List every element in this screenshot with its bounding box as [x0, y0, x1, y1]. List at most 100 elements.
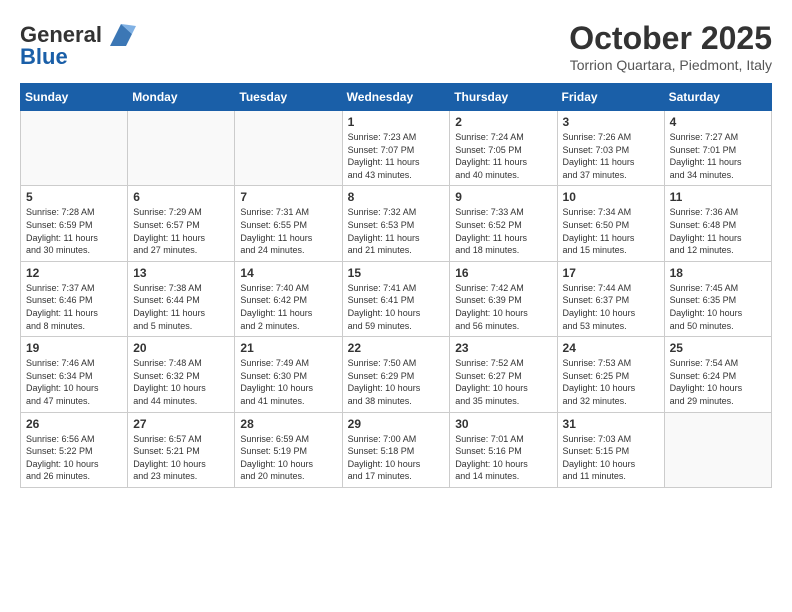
day-number: 12: [26, 266, 122, 280]
calendar-cell: 17 Sunrise: 7:44 AM Sunset: 6:37 PM Dayli…: [557, 261, 664, 336]
weekday-header-monday: Monday: [128, 84, 235, 111]
calendar-cell: 9 Sunrise: 7:33 AM Sunset: 6:52 PM Daylig…: [450, 186, 557, 261]
calendar-week-4: 19Sunrise: 7:46 AM Sunset: 6:34 PM Dayli…: [21, 337, 772, 412]
day-number: 18: [670, 266, 766, 280]
day-number: 4: [670, 115, 766, 129]
day-number: 28: [240, 417, 336, 431]
day-info: Sunrise: 7:01 AM Sunset: 5:16 PM Dayligh…: [455, 433, 551, 483]
logo-icon: [106, 20, 136, 50]
calendar-cell: 22 Sunrise: 7:50 AM Sunset: 6:29 PM Dayli…: [342, 337, 450, 412]
calendar-cell: 2Sunrise: 7:24 AM Sunset: 7:05 PM Daylig…: [450, 111, 557, 186]
day-info: Sunrise: 7:49 AM Sunset: 6:30 PM Dayligh…: [240, 357, 336, 407]
day-number: 11: [670, 190, 766, 204]
calendar-cell: 8Sunrise: 7:32 AM Sunset: 6:53 PM Daylig…: [342, 186, 450, 261]
calendar-cell: 14 Sunrise: 7:40 AM Sunset: 6:42 PM Dayli…: [235, 261, 342, 336]
calendar-cell: 29 Sunrise: 7:00 AM Sunset: 5:18 PM Dayli…: [342, 412, 450, 487]
calendar-cell: 31 Sunrise: 7:03 AM Sunset: 5:15 PM Dayli…: [557, 412, 664, 487]
day-info: Sunrise: 7:42 AM Sunset: 6:39 PM Dayligh…: [455, 282, 551, 332]
day-number: 31: [563, 417, 659, 431]
calendar-cell: 21 Sunrise: 7:49 AM Sunset: 6:30 PM Dayli…: [235, 337, 342, 412]
calendar-week-5: 26 Sunrise: 6:56 AM Sunset: 5:22 PM Dayli…: [21, 412, 772, 487]
day-number: 15: [348, 266, 445, 280]
day-number: 7: [240, 190, 336, 204]
day-number: 1: [348, 115, 445, 129]
day-info: Sunrise: 7:27 AM Sunset: 7:01 PM Dayligh…: [670, 131, 766, 181]
day-number: 21: [240, 341, 336, 355]
day-info: Sunrise: 7:28 AM Sunset: 6:59 PM Dayligh…: [26, 206, 122, 256]
weekday-header-wednesday: Wednesday: [342, 84, 450, 111]
calendar-week-3: 12Sunrise: 7:37 AM Sunset: 6:46 PM Dayli…: [21, 261, 772, 336]
weekday-header-saturday: Saturday: [664, 84, 771, 111]
day-info: Sunrise: 7:38 AM Sunset: 6:44 PM Dayligh…: [133, 282, 229, 332]
day-number: 3: [563, 115, 659, 129]
day-info: Sunrise: 7:50 AM Sunset: 6:29 PM Dayligh…: [348, 357, 445, 407]
day-info: Sunrise: 7:29 AM Sunset: 6:57 PM Dayligh…: [133, 206, 229, 256]
calendar-table: SundayMondayTuesdayWednesdayThursdayFrid…: [20, 83, 772, 488]
calendar-cell: 12Sunrise: 7:37 AM Sunset: 6:46 PM Dayli…: [21, 261, 128, 336]
weekday-header-sunday: Sunday: [21, 84, 128, 111]
calendar-cell: 5Sunrise: 7:28 AM Sunset: 6:59 PM Daylig…: [21, 186, 128, 261]
day-info: Sunrise: 7:54 AM Sunset: 6:24 PM Dayligh…: [670, 357, 766, 407]
page-header: General Blue October 2025 Torrion Quarta…: [20, 20, 772, 73]
day-number: 20: [133, 341, 229, 355]
calendar-cell: 30Sunrise: 7:01 AM Sunset: 5:16 PM Dayli…: [450, 412, 557, 487]
calendar-week-2: 5Sunrise: 7:28 AM Sunset: 6:59 PM Daylig…: [21, 186, 772, 261]
day-info: Sunrise: 7:31 AM Sunset: 6:55 PM Dayligh…: [240, 206, 336, 256]
calendar-cell: 6 Sunrise: 7:29 AM Sunset: 6:57 PM Daylig…: [128, 186, 235, 261]
calendar-cell: 11 Sunrise: 7:36 AM Sunset: 6:48 PM Dayli…: [664, 186, 771, 261]
calendar-cell: [21, 111, 128, 186]
month-title: October 2025: [569, 20, 772, 57]
day-info: Sunrise: 6:57 AM Sunset: 5:21 PM Dayligh…: [133, 433, 229, 483]
calendar-cell: 7 Sunrise: 7:31 AM Sunset: 6:55 PM Daylig…: [235, 186, 342, 261]
day-info: Sunrise: 7:40 AM Sunset: 6:42 PM Dayligh…: [240, 282, 336, 332]
calendar-cell: 15Sunrise: 7:41 AM Sunset: 6:41 PM Dayli…: [342, 261, 450, 336]
day-number: 9: [455, 190, 551, 204]
day-number: 14: [240, 266, 336, 280]
calendar-cell: 10 Sunrise: 7:34 AM Sunset: 6:50 PM Dayli…: [557, 186, 664, 261]
day-number: 13: [133, 266, 229, 280]
calendar-cell: 26 Sunrise: 6:56 AM Sunset: 5:22 PM Dayli…: [21, 412, 128, 487]
day-number: 2: [455, 115, 551, 129]
calendar-week-1: 1Sunrise: 7:23 AM Sunset: 7:07 PM Daylig…: [21, 111, 772, 186]
day-number: 25: [670, 341, 766, 355]
weekday-header-row: SundayMondayTuesdayWednesdayThursdayFrid…: [21, 84, 772, 111]
weekday-header-tuesday: Tuesday: [235, 84, 342, 111]
day-number: 27: [133, 417, 229, 431]
day-number: 6: [133, 190, 229, 204]
calendar-cell: 3Sunrise: 7:26 AM Sunset: 7:03 PM Daylig…: [557, 111, 664, 186]
calendar-cell: 28 Sunrise: 6:59 AM Sunset: 5:19 PM Dayli…: [235, 412, 342, 487]
day-info: Sunrise: 7:53 AM Sunset: 6:25 PM Dayligh…: [563, 357, 659, 407]
day-number: 29: [348, 417, 445, 431]
day-info: Sunrise: 7:45 AM Sunset: 6:35 PM Dayligh…: [670, 282, 766, 332]
title-block: October 2025 Torrion Quartara, Piedmont,…: [569, 20, 772, 73]
day-number: 22: [348, 341, 445, 355]
location: Torrion Quartara, Piedmont, Italy: [569, 57, 772, 73]
calendar-cell: [128, 111, 235, 186]
calendar-cell: 24 Sunrise: 7:53 AM Sunset: 6:25 PM Dayli…: [557, 337, 664, 412]
weekday-header-thursday: Thursday: [450, 84, 557, 111]
calendar-cell: [664, 412, 771, 487]
calendar-cell: 23 Sunrise: 7:52 AM Sunset: 6:27 PM Dayli…: [450, 337, 557, 412]
day-info: Sunrise: 7:36 AM Sunset: 6:48 PM Dayligh…: [670, 206, 766, 256]
day-info: Sunrise: 7:46 AM Sunset: 6:34 PM Dayligh…: [26, 357, 122, 407]
day-number: 26: [26, 417, 122, 431]
day-info: Sunrise: 7:33 AM Sunset: 6:52 PM Dayligh…: [455, 206, 551, 256]
day-number: 24: [563, 341, 659, 355]
day-number: 23: [455, 341, 551, 355]
day-info: Sunrise: 7:00 AM Sunset: 5:18 PM Dayligh…: [348, 433, 445, 483]
calendar-cell: 27 Sunrise: 6:57 AM Sunset: 5:21 PM Dayli…: [128, 412, 235, 487]
day-info: Sunrise: 6:59 AM Sunset: 5:19 PM Dayligh…: [240, 433, 336, 483]
day-number: 17: [563, 266, 659, 280]
weekday-header-friday: Friday: [557, 84, 664, 111]
calendar-cell: 13 Sunrise: 7:38 AM Sunset: 6:44 PM Dayli…: [128, 261, 235, 336]
day-info: Sunrise: 7:44 AM Sunset: 6:37 PM Dayligh…: [563, 282, 659, 332]
day-info: Sunrise: 7:52 AM Sunset: 6:27 PM Dayligh…: [455, 357, 551, 407]
day-number: 10: [563, 190, 659, 204]
calendar-cell: 1Sunrise: 7:23 AM Sunset: 7:07 PM Daylig…: [342, 111, 450, 186]
day-info: Sunrise: 7:03 AM Sunset: 5:15 PM Dayligh…: [563, 433, 659, 483]
logo: General Blue: [20, 20, 136, 70]
day-info: Sunrise: 6:56 AM Sunset: 5:22 PM Dayligh…: [26, 433, 122, 483]
day-info: Sunrise: 7:34 AM Sunset: 6:50 PM Dayligh…: [563, 206, 659, 256]
calendar-cell: 4 Sunrise: 7:27 AM Sunset: 7:01 PM Daylig…: [664, 111, 771, 186]
calendar-cell: 18 Sunrise: 7:45 AM Sunset: 6:35 PM Dayli…: [664, 261, 771, 336]
